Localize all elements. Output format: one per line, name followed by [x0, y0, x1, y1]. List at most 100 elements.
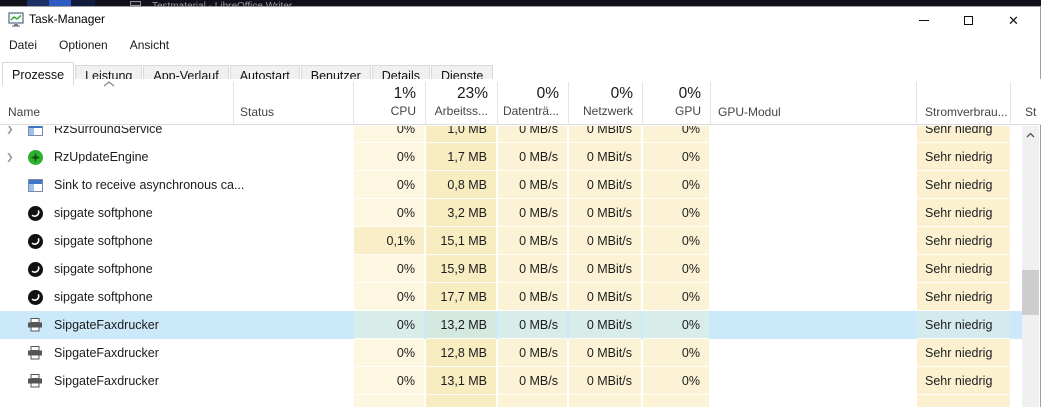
column-header-status[interactable]: Status — [240, 105, 274, 119]
expand-chevron-icon[interactable]: ❯ — [6, 126, 20, 143]
column-header-network[interactable]: 0% Netzwerk — [569, 79, 641, 125]
close-button[interactable]: ✕ — [991, 7, 1036, 33]
disk-cell: 0 MB/s — [498, 255, 567, 283]
network-cell: 0 MBit/s — [569, 367, 641, 395]
gpu-cell: 0% — [643, 199, 709, 227]
menu-optionen[interactable]: Optionen — [59, 38, 108, 52]
gpu-cell: 0% — [643, 255, 709, 283]
maximize-button[interactable] — [946, 7, 991, 33]
column-header-gpu-module[interactable]: GPU-Modul — [718, 105, 781, 119]
memory-total-percent: 23% — [426, 84, 488, 103]
disk-cell: 0 MB/s — [498, 199, 567, 227]
power-cell: Sehr niedrig — [917, 171, 1010, 199]
header-divider — [642, 82, 643, 124]
scrollbar-thumb[interactable] — [1022, 270, 1039, 315]
memory-cell: 15,9 MB — [426, 255, 496, 283]
power-cell: Sehr niedrig — [917, 255, 1010, 283]
gpu-cell — [643, 395, 709, 407]
app-window-icon — [27, 178, 43, 193]
cpu-cell: 0% — [354, 171, 424, 199]
table-row[interactable]: sipgate softphone 0% 3,2 MB 0 MB/s 0 MBi… — [0, 199, 1022, 227]
memory-cell: 13,1 MB — [426, 367, 496, 395]
table-row[interactable]: ❯ RzUpdateEngine 0% 1,7 MB 0 MB/s 0 MBit… — [0, 143, 1022, 171]
minimize-button[interactable] — [901, 7, 946, 33]
table-row-selected[interactable]: SipgateFaxdrucker 0% 13,2 MB 0 MB/s 0 MB… — [0, 311, 1022, 339]
network-cell: 0 MBit/s — [569, 227, 641, 255]
column-header-disk[interactable]: 0% Datenträ... — [498, 79, 567, 125]
disk-cell — [498, 395, 567, 407]
process-name: sipgate softphone — [54, 227, 153, 255]
power-cell: Sehr niedrig — [917, 367, 1010, 395]
menubar: Datei Optionen Ansicht — [0, 33, 1040, 56]
power-cell: Sehr niedrig — [917, 339, 1010, 367]
column-header-power-trend[interactable]: St — [1025, 105, 1036, 119]
gpu-cell: 0% — [643, 143, 709, 171]
table-row[interactable] — [0, 395, 1022, 407]
cpu-cell: 0% — [354, 143, 424, 171]
vertical-scrollbar[interactable] — [1022, 126, 1039, 407]
scroll-up-button[interactable] — [1022, 126, 1039, 143]
network-cell: 0 MBit/s — [569, 171, 641, 199]
cpu-cell — [354, 395, 424, 407]
gpu-cell: 0% — [643, 126, 709, 143]
process-name: sipgate softphone — [54, 199, 153, 227]
table-row[interactable]: SipgateFaxdrucker 0% 13,1 MB 0 MB/s 0 MB… — [0, 367, 1022, 395]
process-name: RzUpdateEngine — [54, 143, 149, 171]
disk-cell: 0 MB/s — [498, 283, 567, 311]
memory-cell: 15,1 MB — [426, 227, 496, 255]
disk-total-percent: 0% — [498, 84, 559, 103]
network-cell: 0 MBit/s — [569, 199, 641, 227]
column-header-name[interactable]: Name — [8, 105, 40, 119]
table-row[interactable]: sipgate softphone 0% 17,7 MB 0 MB/s 0 MB… — [0, 283, 1022, 311]
cpu-cell: 0% — [354, 126, 424, 143]
network-cell: 0 MBit/s — [569, 311, 641, 339]
gpu-cell: 0% — [643, 311, 709, 339]
process-name: SipgateFaxdrucker — [54, 339, 159, 367]
column-header-memory[interactable]: 23% Arbeitss... — [426, 79, 496, 125]
table-row[interactable]: SipgateFaxdrucker 0% 12,8 MB 0 MB/s 0 MB… — [0, 339, 1022, 367]
column-header-power[interactable]: Stromverbrau... — [925, 105, 1008, 119]
column-header-gpu[interactable]: 0% GPU — [643, 79, 709, 125]
app-window-icon — [27, 126, 43, 137]
header-divider — [916, 82, 917, 124]
printer-icon — [27, 374, 43, 389]
memory-cell: 12,8 MB — [426, 339, 496, 367]
header-divider — [497, 82, 498, 124]
expand-chevron-icon[interactable]: ❯ — [6, 143, 20, 171]
cpu-cell: 0% — [354, 311, 424, 339]
network-cell: 0 MBit/s — [569, 126, 641, 143]
gpu-cell: 0% — [643, 171, 709, 199]
table-row[interactable]: sipgate softphone 0% 15,9 MB 0 MB/s 0 MB… — [0, 255, 1022, 283]
memory-cell: 1,0 MB — [426, 126, 496, 143]
column-header-cpu[interactable]: 1% CPU — [354, 79, 424, 125]
sort-ascending-icon — [102, 80, 116, 88]
power-cell — [917, 395, 1010, 407]
razer-icon — [27, 150, 43, 165]
menu-datei[interactable]: Datei — [9, 38, 37, 52]
network-cell: 0 MBit/s — [569, 283, 641, 311]
disk-cell: 0 MB/s — [498, 227, 567, 255]
memory-cell: 0,8 MB — [426, 171, 496, 199]
memory-cell: 13,2 MB — [426, 311, 496, 339]
network-cell — [569, 395, 641, 407]
table-row[interactable]: Sink to receive asynchronous ca... 0% 0,… — [0, 171, 1022, 199]
disk-cell: 0 MB/s — [498, 339, 567, 367]
network-cell: 0 MBit/s — [569, 255, 641, 283]
network-cell: 0 MBit/s — [569, 143, 641, 171]
tab-prozesse[interactable]: Prozesse — [2, 62, 74, 86]
sipgate-icon — [27, 234, 43, 249]
power-cell: Sehr niedrig — [917, 143, 1010, 171]
memory-cell: 1,7 MB — [426, 143, 496, 171]
titlebar[interactable]: Task-Manager ✕ — [0, 7, 1040, 33]
network-cell: 0 MBit/s — [569, 339, 641, 367]
table-row[interactable]: sipgate softphone 0,1% 15,1 MB 0 MB/s 0 … — [0, 227, 1022, 255]
gpu-cell: 0% — [643, 339, 709, 367]
memory-cell: 17,7 MB — [426, 283, 496, 311]
menu-ansicht[interactable]: Ansicht — [130, 38, 169, 52]
table-row[interactable]: ❯ RzSurroundService 0% 1,0 MB 0 MB/s 0 M… — [0, 126, 1022, 143]
cpu-cell: 0% — [354, 339, 424, 367]
network-total-percent: 0% — [569, 84, 633, 103]
close-icon: ✕ — [1008, 14, 1019, 27]
header-divider — [710, 82, 711, 124]
cpu-cell: 0% — [354, 255, 424, 283]
